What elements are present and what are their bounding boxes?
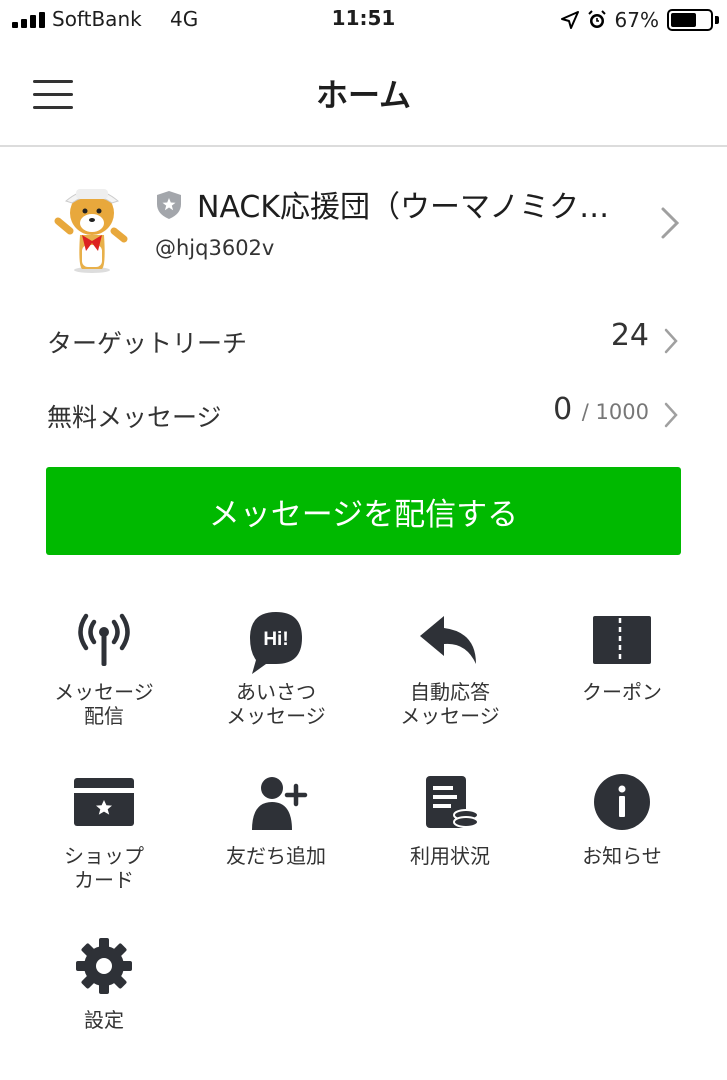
battery-percent: 67%: [614, 8, 659, 32]
gear-icon: [76, 938, 132, 994]
shop-card-icon: [74, 778, 134, 826]
menu-label: 利用状況: [410, 844, 490, 868]
greeting-bubble-icon: Hi!: [250, 612, 302, 674]
page-title: ホーム: [315, 76, 412, 114]
menu-label: お知らせ: [582, 844, 662, 868]
location-arrow-icon: [560, 11, 579, 29]
battery-tip: [715, 16, 719, 24]
app-header: ホーム: [0, 40, 727, 147]
chevron-right-icon: [661, 207, 680, 239]
menu-label: メッセージ 配信: [54, 680, 154, 728]
target-reach-value: 24: [610, 318, 649, 353]
free-messages-label: 無料メッセージ: [47, 403, 222, 432]
menu-label: 設定: [84, 1008, 124, 1032]
avatar: [54, 189, 128, 273]
account-id: @hjq3602v: [155, 236, 275, 260]
target-reach-label: ターゲットリーチ: [47, 329, 248, 358]
menu-label: 友だち追加: [226, 844, 326, 868]
status-bar: SoftBank 4G 11:51 67%: [0, 0, 727, 40]
menu-label: ショップ カード: [64, 844, 144, 892]
shield-badge-icon: [157, 191, 181, 219]
chevron-right-icon: [664, 402, 678, 428]
menu-label: クーポン: [582, 680, 662, 704]
account-name: NACK応援団（ウーマノミク…: [197, 190, 610, 225]
free-messages-limit: / 1000: [581, 400, 649, 424]
coupon-icon: [593, 616, 651, 664]
free-messages-row[interactable]: 無料メッセージ 0 / 1000: [0, 384, 727, 444]
menu-label: 自動応答 メッセージ: [400, 680, 500, 728]
menu-label: あいさつ メッセージ: [226, 680, 326, 728]
free-messages-used: 0: [553, 392, 573, 427]
send-message-button[interactable]: メッセージを配信する: [46, 467, 681, 555]
broadcast-antenna-icon: [78, 613, 130, 666]
alarm-clock-icon: [587, 10, 606, 28]
account-profile-row[interactable]: NACK応援団（ウーマノミク… @hjq3602v: [0, 150, 727, 290]
info-icon: [594, 774, 650, 830]
usage-report-icon: [426, 776, 479, 828]
battery-icon: [667, 9, 713, 31]
reply-arrow-icon: [420, 616, 476, 664]
target-reach-row[interactable]: ターゲットリーチ 24: [0, 310, 727, 370]
status-right: 67%: [560, 6, 719, 34]
add-friend-icon: [252, 777, 308, 830]
chevron-right-icon: [664, 328, 678, 354]
greeting-icon-text: Hi!: [263, 629, 288, 650]
free-messages-value: 0 / 1000: [553, 392, 649, 427]
